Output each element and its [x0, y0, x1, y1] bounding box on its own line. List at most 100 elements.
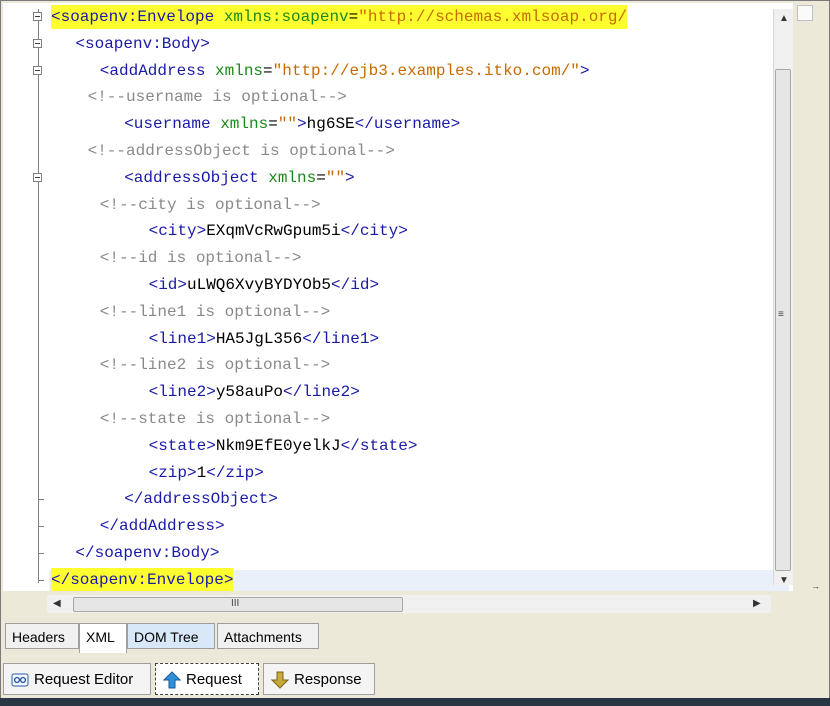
xml-token-tag: <addressObject [124, 168, 269, 187]
xml-token-txt: = [268, 115, 278, 134]
xml-token-txt: hg6SE [306, 115, 355, 134]
xml-line[interactable]: <city>EXqmVcRwGpum5i</city> [149, 219, 408, 243]
xml-token-tag: > [297, 115, 307, 134]
fold-end-marker [38, 553, 44, 554]
tab-label: Attachments [224, 629, 302, 645]
xml-token-attr: xmlns [215, 61, 264, 80]
xml-token-tag: </zip> [206, 463, 264, 482]
xml-line[interactable]: <!--username is optional--> [88, 85, 347, 109]
xml-token-val: "" [277, 115, 298, 134]
scroll-left-arrow-icon[interactable]: ◀ [53, 598, 61, 609]
xml-token-txt: Nkm9EfE0yelkJ [215, 436, 341, 455]
xml-line[interactable]: <zip>1</zip> [149, 461, 264, 485]
xml-token-tag: </city> [340, 222, 408, 241]
xml-line[interactable]: <line2>y58auPo</line2> [149, 380, 360, 404]
tab-request[interactable]: Request [155, 663, 259, 695]
fold-gutter [3, 3, 49, 591]
xml-token-attr: xmlns [268, 168, 317, 187]
fold-toggle-icon[interactable] [33, 65, 42, 75]
taskbar-strip [0, 698, 830, 706]
fold-end-marker [38, 526, 44, 528]
xml-line[interactable]: <addAddress xmlns="http://ejb3.examples.… [100, 59, 590, 83]
xml-token-tag: </id> [331, 276, 380, 294]
xml-token-tag: </state> [340, 436, 418, 455]
xml-line[interactable]: <!--line2 is optional--> [100, 353, 330, 377]
scroll-right-arrow-icon[interactable]: ▶ [753, 598, 761, 609]
scroll-down-arrow-icon[interactable]: ▼ [779, 575, 789, 586]
xml-token-cmt: <!--line1 is optional--> [99, 302, 331, 321]
tab-headers[interactable]: Headers [5, 623, 79, 649]
xml-token-tag: <id> [148, 276, 187, 294]
xml-line[interactable]: <id>uLWQ6XvyBYDYOb5</id> [149, 273, 379, 297]
xml-line[interactable]: <state>Nkm9EfE0yelkJ</state> [149, 434, 418, 458]
xml-line[interactable]: <!--line1 is optional--> [100, 300, 330, 324]
fold-guide-line [38, 9, 39, 583]
xml-token-tag: <soapenv:Envelope [51, 8, 224, 26]
down-arrow-icon [271, 671, 289, 689]
xml-token-val: "" [325, 168, 346, 187]
xml-token-tag: </line1> [302, 329, 380, 348]
xml-token-tag: <zip> [148, 463, 197, 482]
xml-line[interactable]: </soapenv:Body> [75, 541, 219, 565]
fold-toggle-icon[interactable] [33, 12, 42, 21]
xml-line[interactable]: <username xmlns="">hg6SE</username> [124, 112, 460, 136]
tab-xml[interactable]: XML [79, 623, 127, 653]
xml-token-txt: HA5JgL356 [215, 329, 303, 348]
xml-token-attr: xmlns [220, 115, 269, 134]
tab-label: XML [86, 629, 115, 645]
tab-label: Request Editor [34, 671, 134, 688]
xml-token-tag: <addAddress [99, 61, 216, 80]
xml-line[interactable]: <soapenv:Envelope xmlns:soapenv="http://… [51, 5, 628, 29]
xml-token-cmt: <!--line2 is optional--> [99, 356, 331, 375]
xml-token-tag: </addAddress> [99, 517, 225, 536]
xml-token-txt: y58auPo [215, 383, 284, 402]
xml-line[interactable]: <!--id is optional--> [100, 246, 302, 270]
xml-token-txt: uLWQ6XvyBYDYOb5 [187, 276, 332, 294]
xml-line[interactable]: <addressObject xmlns=""> [124, 166, 354, 190]
xml-line[interactable]: </addressObject> [124, 487, 278, 511]
xml-token-tag: </addressObject> [124, 490, 278, 509]
xml-token-txt: 1 [196, 463, 207, 482]
xml-token-tag: <city> [148, 222, 207, 241]
xml-token-txt: EXqmVcRwGpum5i [206, 222, 341, 241]
request-editor-icon [11, 673, 29, 687]
xml-token-cmt: <!--username is optional--> [87, 88, 347, 107]
fold-end-marker [38, 579, 44, 581]
xml-token-tag: <username [124, 115, 221, 134]
xml-token-cmt: <!--addressObject is optional--> [87, 142, 395, 160]
scroll-corner-box [797, 5, 813, 21]
xml-editor[interactable]: <soapenv:Envelope xmlns:soapenv="http://… [3, 3, 793, 591]
tab-label: Response [294, 671, 362, 688]
xml-token-tag: <soapenv:Body> [75, 34, 210, 53]
xml-token-tag: </username> [354, 115, 461, 134]
tab-dom-tree[interactable]: DOM Tree [127, 623, 215, 649]
fold-toggle-icon[interactable] [33, 38, 42, 48]
xml-token-txt: = [316, 168, 326, 187]
xml-line[interactable]: <soapenv:Body> [75, 32, 209, 56]
xml-token-attr: xmlns:soapenv [223, 8, 349, 26]
tab-label: Headers [12, 629, 65, 645]
xml-token-txt: = [263, 61, 273, 80]
tab-response[interactable]: Response [263, 663, 375, 695]
xml-line[interactable]: <line1>HA5JgL356</line1> [149, 327, 379, 351]
xml-token-tag: > [579, 61, 590, 80]
xml-token-tag: </soapenv:Body> [75, 544, 220, 562]
xml-token-cmt: <!--state is optional--> [99, 410, 331, 428]
tab-attachments[interactable]: Attachments [217, 623, 319, 649]
xml-token-tag: </soapenv:Envelope> [51, 570, 234, 589]
xml-line[interactable]: </addAddress> [100, 514, 225, 538]
xml-line[interactable]: <!--addressObject is optional--> [88, 139, 395, 163]
tab-request-editor[interactable]: Request Editor [3, 663, 151, 695]
xml-line[interactable]: <!--state is optional--> [100, 407, 330, 431]
vertical-scroll-thumb[interactable] [775, 69, 791, 571]
tab-label: DOM Tree [134, 629, 199, 645]
xml-token-cmt: <!--city is optional--> [99, 195, 321, 214]
fold-toggle-icon[interactable] [33, 172, 42, 182]
horizontal-grip-icon: III [231, 598, 240, 609]
xml-line[interactable]: </soapenv:Envelope> [51, 567, 234, 591]
scroll-up-arrow-icon[interactable]: ▲ [779, 13, 789, 24]
xml-token-txt: = [348, 8, 359, 26]
xml-line[interactable]: <!--city is optional--> [100, 193, 321, 217]
split-handle-icon[interactable]: → [811, 581, 820, 591]
vertical-grip-icon: ≡ [778, 309, 784, 320]
